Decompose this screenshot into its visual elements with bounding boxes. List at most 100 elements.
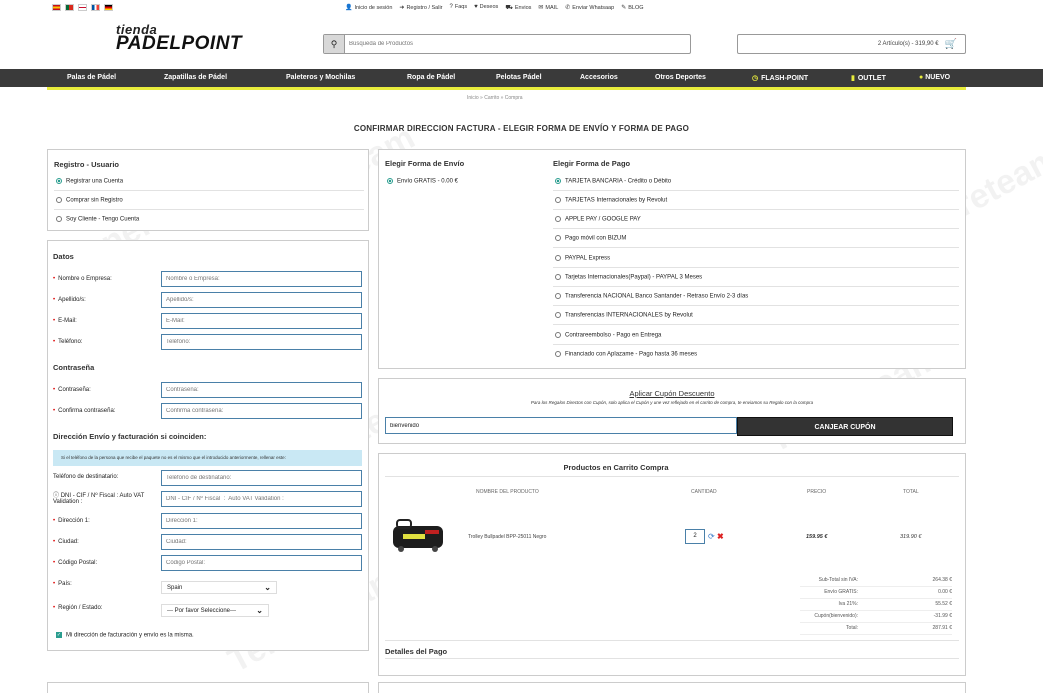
refresh-icon[interactable]: ⟳: [708, 532, 715, 541]
cart-summary-button[interactable]: 2 Artículo(s) - 319,90 € 🛒: [737, 34, 966, 54]
payment-option[interactable]: Transferencias INTERNACIONALES by Revolu…: [555, 312, 693, 319]
radio-checked[interactable]: [56, 178, 62, 184]
dni-field[interactable]: [161, 491, 362, 507]
nav-item-zapatillas[interactable]: Zapatillas de Pádel: [164, 74, 227, 81]
radio[interactable]: [555, 216, 561, 222]
nav-item-accesorios[interactable]: Accesorios: [580, 74, 618, 81]
radio[interactable]: [555, 351, 561, 357]
radio-checked[interactable]: [555, 178, 561, 184]
field-label: Teléfono de destinatario:: [53, 474, 118, 480]
address-field[interactable]: [161, 513, 362, 529]
registro-option-sin-registro[interactable]: Comprar sin Registro: [56, 197, 123, 204]
nav-item-flash-point[interactable]: ◷ FLASH-POINT: [752, 74, 808, 82]
search-icon[interactable]: ⚲: [324, 35, 345, 53]
confirm-password-field[interactable]: [161, 403, 362, 419]
top-link[interactable]: ✎ BLOG: [621, 4, 643, 12]
product-name[interactable]: Trolley Bullpadel BPP-25011 Negro: [468, 534, 546, 540]
col-header-qty: CANTIDAD: [691, 489, 717, 495]
divider: [553, 305, 959, 306]
option-label: Comprar sin Registro: [66, 197, 123, 204]
divider: [553, 324, 959, 325]
password-field[interactable]: [161, 382, 362, 398]
top-link[interactable]: ➜ Registro / Salir: [399, 4, 442, 12]
field-label: ⓘ DNI - CIF / Nº Fiscal : Auto VAT Valid…: [53, 493, 159, 505]
top-link[interactable]: 👤 Inicio de sesión: [345, 4, 392, 12]
heart-icon: ♥: [474, 4, 478, 10]
search-input[interactable]: [345, 41, 690, 47]
top-link[interactable]: ♥ Deseos: [474, 4, 498, 12]
coupon-note: Para los Regalos Directos con Cupón, sol…: [530, 400, 814, 405]
flag-de-icon[interactable]: [104, 4, 113, 11]
cart-icon: 🛒: [944, 38, 957, 50]
payment-option[interactable]: Contrareembolso - Pago en Entrega: [555, 332, 661, 339]
nav-item-ropa[interactable]: Ropa de Pádel: [407, 74, 455, 81]
same-address-checkbox[interactable]: ✓ Mi dirección de facturación y envío es …: [56, 632, 194, 639]
registro-option-registrar[interactable]: Registrar una Cuenta: [56, 178, 123, 185]
option-label: TARJETA BANCARIA - Crédito o Débito: [565, 178, 672, 185]
city-field[interactable]: [161, 534, 362, 550]
top-link[interactable]: ✆ Enviar Whatsaap: [565, 4, 614, 12]
payment-option[interactable]: APPLE PAY / GOOGLE PAY: [555, 216, 641, 223]
payment-option[interactable]: TARJETA BANCARIA - Crédito o Débito: [555, 178, 671, 185]
radio[interactable]: [56, 216, 62, 222]
divider: [385, 658, 959, 659]
payment-option[interactable]: Tarjetas Internacionales(Paypal) - PAYPA…: [555, 274, 702, 281]
name-field[interactable]: [161, 271, 362, 287]
radio[interactable]: [555, 235, 561, 241]
payment-option[interactable]: Pago móvil con BIZUM: [555, 235, 626, 242]
shipping-option-free[interactable]: Envío GRATIS - 0.00 €: [387, 178, 458, 185]
nav-item-palas[interactable]: Palas de Pádel: [67, 74, 116, 81]
radio[interactable]: [56, 197, 62, 203]
breadcrumb[interactable]: Inicio » Carrito » Compra: [467, 95, 523, 101]
nav-label: OUTLET: [857, 75, 886, 82]
total-label: Sub-Total sin IVA:: [818, 577, 858, 583]
delete-icon[interactable]: ✖: [717, 532, 724, 541]
option-label: APPLE PAY / GOOGLE PAY: [565, 216, 641, 223]
top-link-label: Envios: [514, 5, 532, 11]
redeem-coupon-button[interactable]: CANJEAR CUPÓN: [737, 417, 953, 436]
checkbox-checked[interactable]: ✓: [56, 632, 62, 638]
top-link[interactable]: ✉ MAIL: [538, 4, 558, 12]
nav-item-pelotas[interactable]: Pelotas Pádel: [496, 74, 542, 81]
country-select[interactable]: Spain ⌄: [161, 581, 277, 594]
email-field[interactable]: [161, 313, 362, 329]
flag-es-icon[interactable]: [52, 4, 61, 11]
radio[interactable]: [555, 293, 561, 299]
total-label: Iva 21%:: [838, 601, 858, 607]
radio[interactable]: [555, 197, 561, 203]
payment-option[interactable]: Transferencia NACIONAL Banco Santander -…: [555, 293, 748, 300]
registro-option-cliente[interactable]: Soy Cliente - Tengo Cuenta: [56, 216, 139, 223]
flag-pt-icon[interactable]: [65, 4, 74, 11]
quantity-input[interactable]: 2: [685, 529, 705, 544]
payment-option[interactable]: Financiado con Aplazame - Pago hasta 36 …: [555, 351, 697, 358]
nav-item-nuevo[interactable]: ● NUEVO: [919, 74, 950, 81]
payment-option[interactable]: TARJETAS Internacionales by Revolut: [555, 197, 667, 204]
surname-field[interactable]: [161, 292, 362, 308]
radio-checked[interactable]: [387, 178, 393, 184]
recipient-phone-field[interactable]: [161, 470, 362, 486]
product-price: 159.95 €: [806, 534, 828, 540]
option-label: Envío GRATIS - 0.00 €: [397, 178, 458, 185]
main-nav: Palas de Pádel Zapatillas de Pádel Palet…: [0, 69, 1043, 87]
logo[interactable]: tienda PADELPOINT: [116, 22, 256, 55]
nav-item-outlet[interactable]: ▮ OUTLET: [851, 74, 886, 82]
product-image[interactable]: [391, 516, 445, 554]
nav-item-otros[interactable]: Otros Deportes: [655, 74, 706, 81]
flag-fr-icon[interactable]: [91, 4, 100, 11]
radio[interactable]: [555, 332, 561, 338]
nav-item-paleteros[interactable]: Paleteros y Mochilas: [286, 74, 355, 81]
next-panel: [47, 682, 369, 693]
payment-option[interactable]: PAYPAL Express: [555, 255, 610, 262]
top-link[interactable]: ? Faqs: [450, 4, 468, 12]
radio[interactable]: [555, 274, 561, 280]
radio[interactable]: [555, 255, 561, 261]
field-label: • Confirma contraseña:: [53, 408, 116, 414]
radio[interactable]: [555, 312, 561, 318]
clock-icon: ◷: [752, 75, 759, 82]
phone-field[interactable]: [161, 334, 362, 350]
coupon-input[interactable]: [385, 417, 737, 434]
flag-uk-icon[interactable]: [78, 4, 87, 11]
postal-code-field[interactable]: [161, 555, 362, 571]
top-link[interactable]: ⛟ Envios: [505, 4, 531, 12]
region-select[interactable]: --- Por favor Seleccione--- ⌄: [161, 604, 269, 617]
